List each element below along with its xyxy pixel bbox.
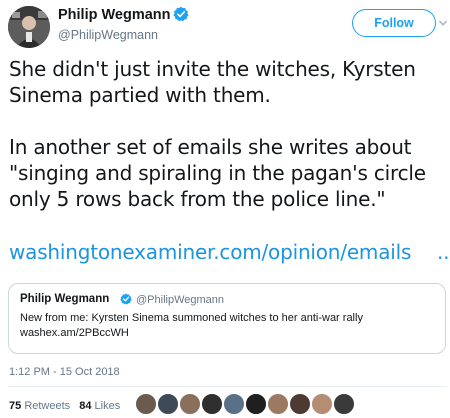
likes-stat[interactable]: 84 Likes	[79, 400, 120, 412]
author-avatar[interactable]	[8, 6, 50, 48]
chevron-down-icon[interactable]	[438, 18, 448, 28]
tweet-text: She didn't just invite the witches, Kyrs…	[9, 56, 449, 238]
likes-count: 84	[79, 400, 92, 412]
quoted-verified-badge-icon	[120, 293, 132, 305]
follow-button[interactable]: Follow	[352, 9, 436, 37]
avatar-image	[8, 6, 50, 48]
liker-avatar[interactable]	[135, 393, 157, 415]
liker-avatar[interactable]	[201, 393, 223, 415]
liker-avatar[interactable]	[157, 393, 179, 415]
tweet-link-line: washingtonexaminer.com/opinion/emails ..…	[9, 239, 450, 265]
liker-avatar[interactable]	[333, 393, 355, 415]
quoted-text: New from me: Kyrsten Sinema summoned wit…	[20, 311, 430, 341]
retweets-stat[interactable]: 75 Retweets	[9, 400, 70, 412]
divider	[8, 386, 446, 387]
tweet-card: Philip Wegmann @PhilipWegmann Follow She…	[0, 0, 450, 418]
liker-avatar[interactable]	[245, 393, 267, 415]
tweet-paragraph-1: She didn't just invite the witches, Kyrs…	[9, 57, 416, 107]
liker-avatar[interactable]	[223, 393, 245, 415]
liker-avatar[interactable]	[179, 393, 201, 415]
liker-avatar[interactable]	[289, 393, 311, 415]
tweet-link[interactable]: washingtonexaminer.com/opinion/emails	[9, 240, 411, 264]
verified-badge-icon	[173, 6, 189, 22]
quoted-author-name: Philip Wegmann	[20, 293, 110, 305]
tweet-timestamp[interactable]: 1:12 PM - 15 Oct 2018	[9, 366, 120, 378]
retweets-count: 75	[9, 400, 22, 412]
tweet-stats: 75 Retweets 84 Likes	[9, 400, 126, 412]
quoted-text-line-2: washex.am/2PBccWH	[20, 327, 129, 339]
quoted-text-line-1: New from me: Kyrsten Sinema summoned wit…	[20, 312, 363, 324]
liker-avatar[interactable]	[311, 393, 333, 415]
liker-avatar[interactable]	[267, 393, 289, 415]
tweet-paragraph-2: In another set of emails she writes abou…	[9, 135, 426, 211]
author-handle[interactable]: @PhilipWegmann	[58, 28, 158, 42]
author-name[interactable]: Philip Wegmann	[58, 7, 171, 23]
tweet-link-ellipsis[interactable]: ...	[437, 239, 450, 265]
quoted-tweet[interactable]: Philip Wegmann @PhilipWegmann New from m…	[8, 283, 446, 354]
quoted-author-handle: @PhilipWegmann	[136, 294, 225, 306]
retweets-label: Retweets	[24, 400, 71, 412]
likes-label: Likes	[94, 400, 121, 412]
